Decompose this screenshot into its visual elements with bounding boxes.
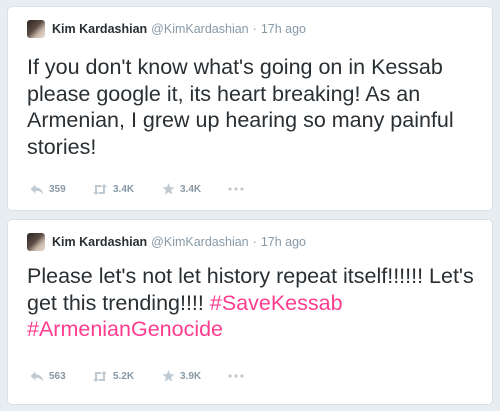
tweet-text-body: If you don't know what's going on in Kes… [27, 55, 454, 159]
hashtag-link[interactable]: #ArmenianGenocide [27, 317, 223, 341]
tweet-header: Kim Kardashian @KimKardashian · 17h ago [27, 20, 306, 38]
separator: · [252, 22, 257, 36]
author-handle[interactable]: @KimKardashian [151, 22, 248, 36]
favorite-count: 3.9K [180, 370, 202, 382]
tweet-actions: 563 5.2K 3.9K [30, 370, 244, 382]
tweet-card: Kim Kardashian @KimKardashian · 17h ago … [7, 219, 493, 405]
tweet-actions: 359 3.4K 3.4K [30, 183, 244, 195]
reply-button[interactable]: 563 [30, 371, 92, 382]
reply-count: 359 [49, 183, 66, 195]
retweet-count: 3.4K [113, 183, 135, 195]
retweet-icon [93, 370, 107, 382]
avatar[interactable] [27, 233, 45, 251]
more-button[interactable] [228, 374, 244, 378]
retweet-button[interactable]: 3.4K [92, 183, 162, 195]
star-icon [162, 370, 175, 382]
reply-button[interactable]: 359 [30, 184, 92, 195]
separator: · [252, 235, 257, 249]
reply-count: 563 [49, 370, 66, 382]
author-name[interactable]: Kim Kardashian [52, 235, 147, 249]
timestamp[interactable]: 17h ago [261, 22, 306, 36]
favorite-button[interactable]: 3.4K [162, 183, 228, 195]
favorite-button[interactable]: 3.9K [162, 370, 228, 382]
reply-icon [30, 371, 44, 381]
author-name[interactable]: Kim Kardashian [52, 22, 147, 36]
star-icon [162, 183, 175, 195]
author-handle[interactable]: @KimKardashian [151, 235, 248, 249]
tweet-header: Kim Kardashian @KimKardashian · 17h ago [27, 233, 306, 251]
retweet-icon [93, 183, 107, 195]
more-icon [228, 374, 244, 378]
tweet-card: Kim Kardashian @KimKardashian · 17h ago … [7, 6, 493, 211]
tweet-text: Please let's not let history repeat itse… [27, 263, 478, 343]
avatar[interactable] [27, 20, 45, 38]
retweet-count: 5.2K [113, 370, 135, 382]
timestamp[interactable]: 17h ago [261, 235, 306, 249]
retweet-button[interactable]: 5.2K [92, 370, 162, 382]
favorite-count: 3.4K [180, 183, 202, 195]
tweet-text: If you don't know what's going on in Kes… [27, 54, 478, 160]
more-button[interactable] [228, 187, 244, 191]
more-icon [228, 187, 244, 191]
reply-icon [30, 184, 44, 194]
hashtag-link[interactable]: #SaveKessab [210, 291, 343, 315]
